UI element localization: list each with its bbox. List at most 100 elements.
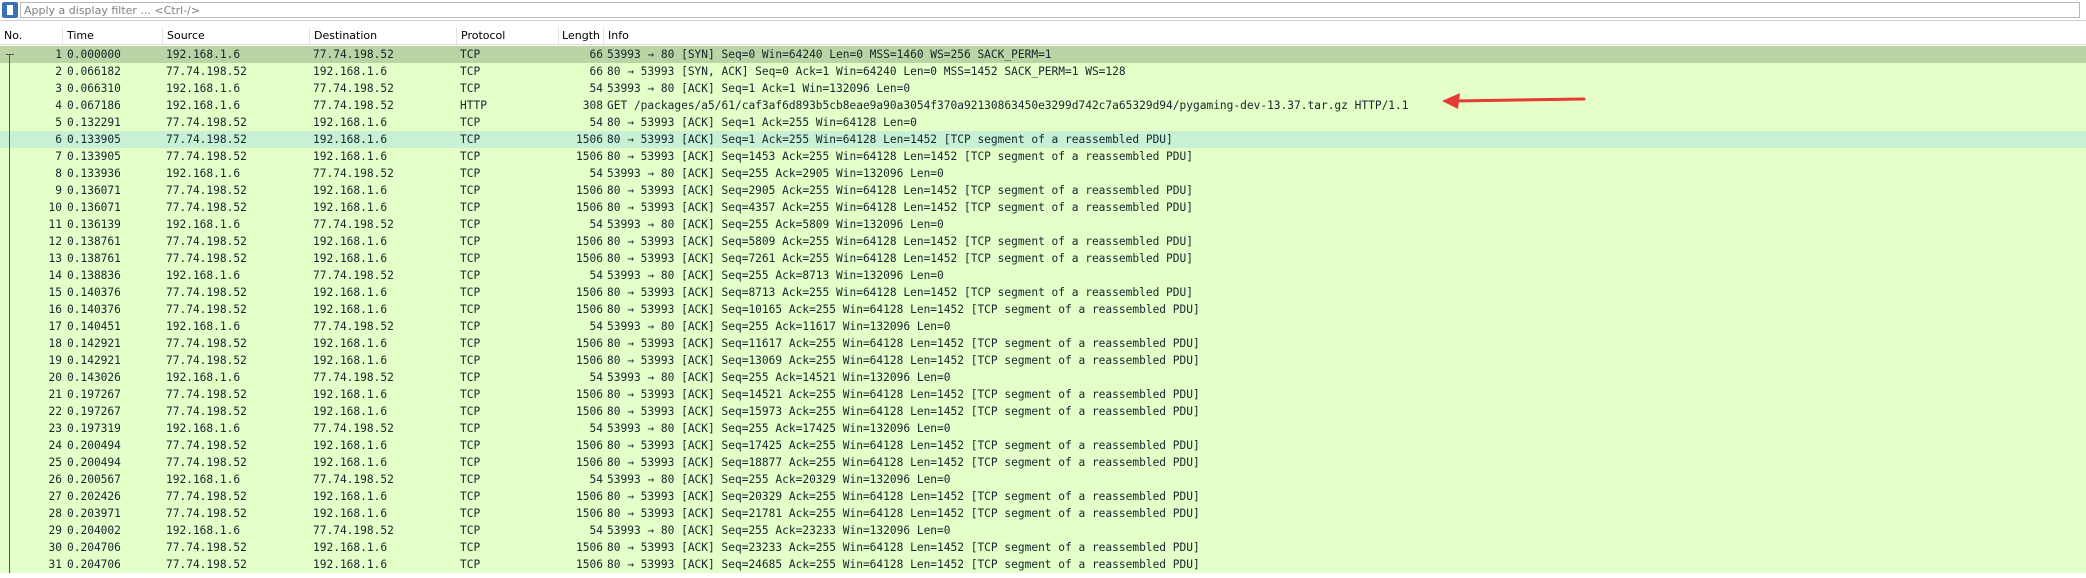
packet-row[interactable]: 2 0.066182 77.74.198.52 192.168.1.6 TCP 66 80 … <box>0 63 2086 80</box>
packet-row[interactable]: 19 0.142921 77.74.198.52 192.168.1.6 TCP 1506… <box>0 352 2086 369</box>
packet-list: 1 0.000000 192.168.1.6 77.74.198.52 TCP 66 539… <box>0 46 2086 573</box>
packet-row[interactable]: 13 0.138761 77.74.198.52 192.168.1.6 TCP 1506… <box>0 250 2086 267</box>
packet-length: 54 <box>589 524 603 537</box>
column-header-destination[interactable]: Destination <box>310 27 457 44</box>
packet-destination: 77.74.198.52 <box>313 48 394 61</box>
packet-row[interactable]: 29 0.204002 192.168.1.6 77.74.198.52 TCP 54 53… <box>0 522 2086 539</box>
packet-row[interactable]: 12 0.138761 77.74.198.52 192.168.1.6 TCP 1506… <box>0 233 2086 250</box>
packet-no: 1 <box>55 48 62 61</box>
packet-row[interactable]: 1 0.000000 192.168.1.6 77.74.198.52 TCP 66 539… <box>0 46 2086 63</box>
packet-row[interactable]: 31 0.204706 77.74.198.52 192.168.1.6 TCP 1506… <box>0 556 2086 573</box>
packet-row[interactable]: 14 0.138836 192.168.1.6 77.74.198.52 TCP 54 53… <box>0 267 2086 284</box>
packet-length: 54 <box>589 371 603 384</box>
packet-row[interactable]: 11 0.136139 192.168.1.6 77.74.198.52 TCP 54 53… <box>0 216 2086 233</box>
packet-row[interactable]: 22 0.197267 77.74.198.52 192.168.1.6 TCP 1506… <box>0 403 2086 420</box>
packet-time: 0.142921 <box>67 337 121 350</box>
packet-row[interactable]: 17 0.140451 192.168.1.6 77.74.198.52 TCP 54 53… <box>0 318 2086 335</box>
packet-no: 5 <box>55 116 62 129</box>
packet-length: 54 <box>589 473 603 486</box>
packet-destination: 77.74.198.52 <box>313 269 394 282</box>
packet-row[interactable]: 21 0.197267 77.74.198.52 192.168.1.6 TCP 1506… <box>0 386 2086 403</box>
packet-info: 53993 → 80 [ACK] Seq=255 Ack=17425 Win=1… <box>607 422 951 435</box>
packet-no: 4 <box>55 99 62 112</box>
packet-row[interactable]: 18 0.142921 77.74.198.52 192.168.1.6 TCP 1506… <box>0 335 2086 352</box>
column-header-time[interactable]: Time <box>63 27 163 44</box>
packet-info: 53993 → 80 [ACK] Seq=1 Ack=1 Win=132096 … <box>607 82 911 95</box>
packet-info: 53993 → 80 [ACK] Seq=255 Ack=2905 Win=13… <box>607 167 944 180</box>
column-header-length[interactable]: Length <box>559 27 604 44</box>
packet-protocol: TCP <box>460 201 481 214</box>
packet-row[interactable]: 30 0.204706 77.74.198.52 192.168.1.6 TCP 1506… <box>0 539 2086 556</box>
packet-time: 0.197267 <box>67 388 121 401</box>
packet-row[interactable]: 15 0.140376 77.74.198.52 192.168.1.6 TCP 1506… <box>0 284 2086 301</box>
packet-destination: 77.74.198.52 <box>313 422 394 435</box>
packet-time: 0.066310 <box>67 82 121 95</box>
packet-length: 54 <box>589 218 603 231</box>
packet-destination: 192.168.1.6 <box>313 439 388 452</box>
packet-source: 77.74.198.52 <box>166 65 247 78</box>
packet-source: 77.74.198.52 <box>166 201 247 214</box>
packet-length: 1506 <box>576 456 603 469</box>
bookmark-icon[interactable] <box>2 2 18 18</box>
packet-info: 80 → 53993 [SYN, ACK] Seq=0 Ack=1 Win=64… <box>607 65 1126 78</box>
packet-list-header: No. Time Source Destination Protocol Len… <box>0 27 2086 45</box>
packet-row[interactable]: 16 0.140376 77.74.198.52 192.168.1.6 TCP 1506… <box>0 301 2086 318</box>
packet-no: 26 <box>48 473 62 486</box>
packet-row[interactable]: 9 0.136071 77.74.198.52 192.168.1.6 TCP 1506 8… <box>0 182 2086 199</box>
packet-row[interactable]: 27 0.202426 77.74.198.52 192.168.1.6 TCP 1506… <box>0 488 2086 505</box>
packet-row[interactable]: 28 0.203971 77.74.198.52 192.168.1.6 TCP 1506… <box>0 505 2086 522</box>
packet-row[interactable]: 7 0.133905 77.74.198.52 192.168.1.6 TCP 1506 8… <box>0 148 2086 165</box>
packet-info: 80 → 53993 [ACK] Seq=23233 Ack=255 Win=6… <box>607 541 1200 554</box>
packet-row[interactable]: 20 0.143026 192.168.1.6 77.74.198.52 TCP 54 53… <box>0 369 2086 386</box>
packet-time: 0.066182 <box>67 65 121 78</box>
packet-no: 3 <box>55 82 62 95</box>
packet-length: 1506 <box>576 507 603 520</box>
packet-destination: 77.74.198.52 <box>313 99 394 112</box>
packet-row[interactable]: 25 0.200494 77.74.198.52 192.168.1.6 TCP 1506… <box>0 454 2086 471</box>
packet-no: 14 <box>48 269 62 282</box>
packet-row[interactable]: 8 0.133936 192.168.1.6 77.74.198.52 TCP 54 539… <box>0 165 2086 182</box>
column-header-info[interactable]: Info <box>604 27 2086 44</box>
packet-row[interactable]: 24 0.200494 77.74.198.52 192.168.1.6 TCP 1506… <box>0 437 2086 454</box>
packet-length: 1506 <box>576 303 603 316</box>
display-filter-input[interactable] <box>20 2 2080 18</box>
packet-info: 53993 → 80 [ACK] Seq=255 Ack=5809 Win=13… <box>607 218 944 231</box>
packet-source: 77.74.198.52 <box>166 439 247 452</box>
packet-source: 192.168.1.6 <box>166 48 241 61</box>
packet-row[interactable]: 6 0.133905 77.74.198.52 192.168.1.6 TCP 1506 8… <box>0 131 2086 148</box>
packet-no: 10 <box>48 201 62 214</box>
packet-no: 20 <box>48 371 62 384</box>
column-header-destination-label: Destination <box>314 29 378 42</box>
red-arrow-annotation <box>1442 93 1586 109</box>
packet-row[interactable]: 4 0.067186 192.168.1.6 77.74.198.52 HTTP 308 G… <box>0 97 2086 114</box>
packet-no: 9 <box>55 184 62 197</box>
packet-destination: 192.168.1.6 <box>313 133 388 146</box>
packet-time: 0.138836 <box>67 269 121 282</box>
column-header-protocol[interactable]: Protocol <box>457 27 559 44</box>
packet-row[interactable]: 10 0.136071 77.74.198.52 192.168.1.6 TCP 1506… <box>0 199 2086 216</box>
packet-row[interactable]: 23 0.197319 192.168.1.6 77.74.198.52 TCP 54 53… <box>0 420 2086 437</box>
packet-row[interactable]: 3 0.066310 192.168.1.6 77.74.198.52 TCP 54 539… <box>0 80 2086 97</box>
packet-source: 77.74.198.52 <box>166 490 247 503</box>
packet-info: 53993 → 80 [ACK] Seq=255 Ack=11617 Win=1… <box>607 320 951 333</box>
packet-time: 0.202426 <box>67 490 121 503</box>
packet-length: 54 <box>589 422 603 435</box>
packet-info: GET /packages/a5/61/caf3af6d893b5cb8eae9… <box>607 99 1409 112</box>
packet-time: 0.204706 <box>67 541 121 554</box>
packet-row[interactable]: 5 0.132291 77.74.198.52 192.168.1.6 TCP 54 80 … <box>0 114 2086 131</box>
packet-source: 77.74.198.52 <box>166 150 247 163</box>
packet-destination: 192.168.1.6 <box>313 65 388 78</box>
packet-time: 0.133936 <box>67 167 121 180</box>
packet-source: 192.168.1.6 <box>166 82 241 95</box>
packet-time: 0.133905 <box>67 150 121 163</box>
column-header-no[interactable]: No. <box>0 27 63 44</box>
packet-destination: 77.74.198.52 <box>313 320 394 333</box>
column-header-source[interactable]: Source <box>163 27 310 44</box>
packet-row[interactable]: 26 0.200567 192.168.1.6 77.74.198.52 TCP 54 53… <box>0 471 2086 488</box>
packet-info: 80 → 53993 [ACK] Seq=21781 Ack=255 Win=6… <box>607 507 1200 520</box>
packet-destination: 192.168.1.6 <box>313 286 388 299</box>
packet-time: 0.136071 <box>67 184 121 197</box>
packet-destination: 192.168.1.6 <box>313 303 388 316</box>
packet-no: 16 <box>48 303 62 316</box>
display-filter-toolbar <box>0 0 2086 21</box>
